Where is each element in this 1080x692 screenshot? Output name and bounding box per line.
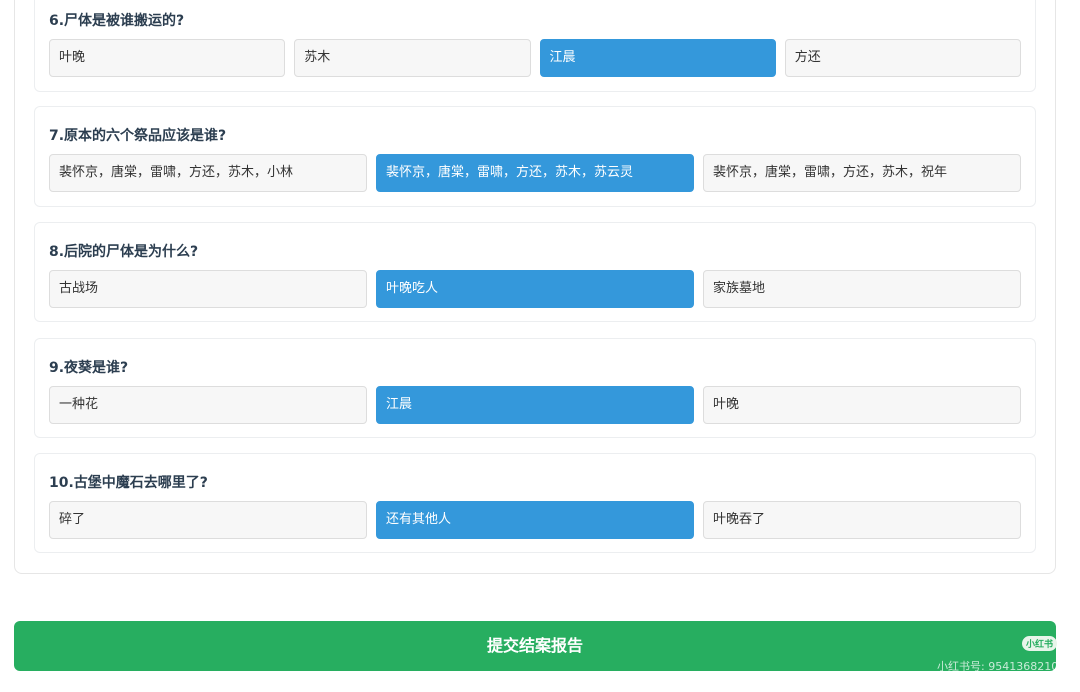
question-title: 7.原本的六个祭品应该是谁? — [49, 128, 227, 144]
answer-option[interactable]: 叶晚吞了 — [703, 501, 1021, 539]
question-card: 10.古堡中魔石去哪里了? 碎了 还有其他人 叶晚吞了 — [34, 453, 1036, 553]
question-card: 8.后院的尸体是为什么? 古战场 叶晚吃人 家族墓地 — [34, 222, 1036, 322]
answer-option[interactable]: 裴怀京，唐棠，雷啸，方还，苏木，苏云灵 — [376, 154, 694, 192]
question-card: 9.夜葵是谁? 一种花 江晨 叶晚 — [34, 338, 1036, 438]
option-group: 叶晚 苏木 江晨 方还 — [49, 39, 1021, 77]
answer-option[interactable]: 家族墓地 — [703, 270, 1021, 308]
answer-option[interactable]: 裴怀京，唐棠，雷啸，方还，苏木，祝年 — [703, 154, 1021, 192]
answer-option[interactable]: 裴怀京，唐棠，雷啸，方还，苏木，小林 — [49, 154, 367, 192]
answer-option[interactable]: 还有其他人 — [376, 501, 694, 539]
option-group: 古战场 叶晚吃人 家族墓地 — [49, 270, 1021, 308]
option-group: 一种花 江晨 叶晚 — [49, 386, 1021, 424]
answer-option[interactable]: 苏木 — [294, 39, 531, 77]
question-card: 6.尸体是被谁搬运的? 叶晚 苏木 江晨 方还 — [34, 0, 1036, 92]
answer-option[interactable]: 碎了 — [49, 501, 367, 539]
answer-option[interactable]: 古战场 — [49, 270, 367, 308]
question-title: 9.夜葵是谁? — [49, 360, 129, 376]
answer-option[interactable]: 叶晚 — [49, 39, 286, 77]
option-group: 碎了 还有其他人 叶晚吞了 — [49, 501, 1021, 539]
watermark-id: 小红书号: 9541368210 — [937, 660, 1059, 673]
answer-option[interactable]: 江晨 — [539, 39, 776, 77]
option-group: 裴怀京，唐棠，雷啸，方还，苏木，小林 裴怀京，唐棠，雷啸，方还，苏木，苏云灵 裴怀京… — [49, 154, 1021, 192]
question-title: 6.尸体是被谁搬运的? — [49, 13, 185, 29]
answer-option[interactable]: 方还 — [784, 39, 1021, 77]
answer-option[interactable]: 叶晚 — [703, 386, 1021, 424]
question-title: 8.后院的尸体是为什么? — [49, 244, 199, 260]
answer-option[interactable]: 一种花 — [49, 386, 367, 424]
question-card: 7.原本的六个祭品应该是谁? 裴怀京，唐棠，雷啸，方还，苏木，小林 裴怀京，唐棠，雷… — [34, 106, 1036, 207]
answer-option[interactable]: 叶晚吃人 — [376, 270, 694, 308]
submit-report-button[interactable]: 提交结案报告 — [14, 621, 1056, 671]
question-title: 10.古堡中魔石去哪里了? — [49, 475, 208, 491]
watermark-logo: 小红书 — [1022, 636, 1058, 651]
answer-option[interactable]: 江晨 — [376, 386, 694, 424]
